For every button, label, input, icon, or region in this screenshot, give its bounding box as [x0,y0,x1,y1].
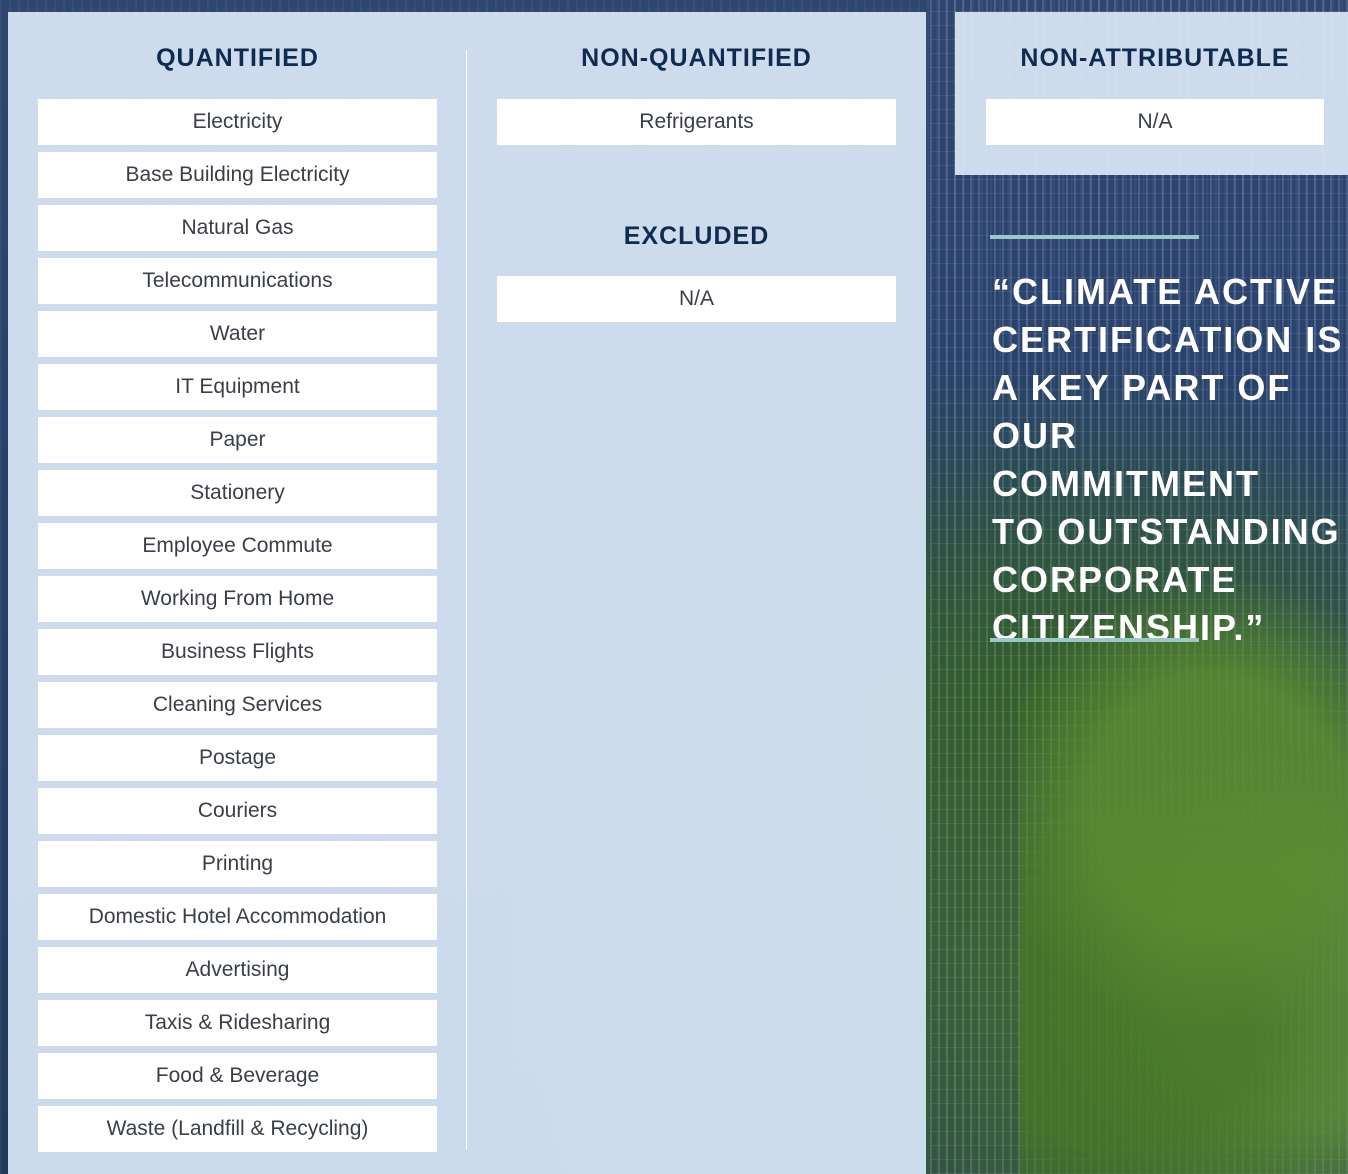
quantified-item: Water [38,311,437,357]
background-trees [1020,560,1348,1174]
quantified-item: Taxis & Ridesharing [38,1000,437,1046]
quantified-item: Waste (Landfill & Recycling) [38,1106,437,1152]
column-divider [466,50,467,1150]
excluded-item: N/A [497,276,896,322]
non-quantified-item: Refrigerants [497,99,896,145]
non-quantified-heading: NON-QUANTIFIED [581,44,812,72]
non-attributable-heading: NON-ATTRIBUTABLE [1020,44,1290,72]
non-attributable-panel [955,12,1348,175]
quantified-item: Domestic Hotel Accommodation [38,894,437,940]
quantified-item: IT Equipment [38,364,437,410]
quote-rule-bottom [990,638,1199,642]
quantified-item: Employee Commute [38,523,437,569]
non-attributable-item: N/A [986,99,1324,145]
quantified-item: Working From Home [38,576,437,622]
quantified-item: Telecommunications [38,258,437,304]
quantified-item: Stationery [38,470,437,516]
quantified-item: Postage [38,735,437,781]
quantified-item: Base Building Electricity [38,152,437,198]
excluded-heading: EXCLUDED [623,222,770,250]
quantified-item: Electricity [38,99,437,145]
quantified-item: Paper [38,417,437,463]
quantified-item: Printing [38,841,437,887]
pull-quote: “CLIMATE ACTIVE CERTIFICATION IS A KEY P… [992,271,1344,648]
quantified-item: Business Flights [38,629,437,675]
quantified-item: Food & Beverage [38,1053,437,1099]
quantified-item: Natural Gas [38,205,437,251]
quantified-heading: QUANTIFIED [156,44,319,72]
quantified-item: Advertising [38,947,437,993]
quantified-item: Cleaning Services [38,682,437,728]
quote-rule-top [990,235,1199,239]
quantified-item: Couriers [38,788,437,834]
